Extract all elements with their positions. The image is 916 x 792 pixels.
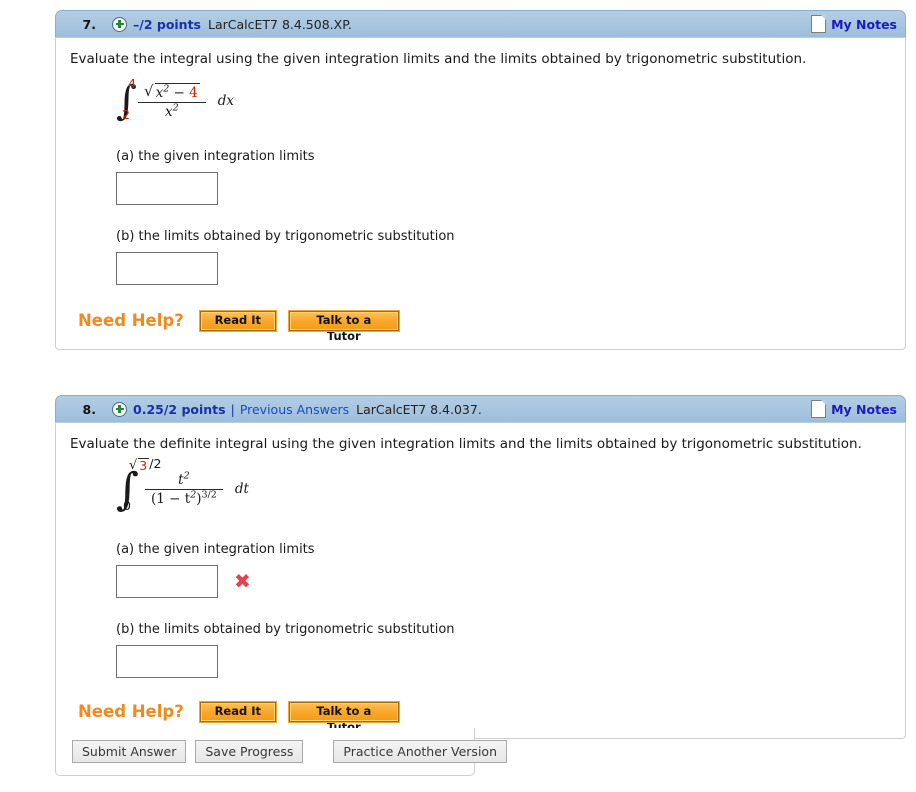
part-a-label: (a) the given integration limits <box>116 541 315 557</box>
part-b-answer-row <box>56 244 905 285</box>
question-points: –/2 points <box>133 16 201 32</box>
expand-plus-icon[interactable] <box>112 401 127 417</box>
question-code: LarCalcET7 8.4.037. <box>356 401 482 417</box>
fraction-denominator: (1 − t2)3/2 <box>145 490 223 507</box>
save-progress-button[interactable]: Save Progress <box>195 740 304 763</box>
upper-limit: 4 <box>128 76 136 92</box>
part-a-answer-row <box>56 164 905 205</box>
need-help-row-7: Need Help? Read It Talk to a Tutor <box>56 285 905 343</box>
question-code: LarCalcET7 8.4.508.XP. <box>208 16 352 32</box>
question-header-8: 8. 0.25/2 points | Previous Answers LarC… <box>55 395 906 422</box>
question-header-7: 7. –/2 points LarCalcET7 8.4.508.XP. My … <box>55 10 906 37</box>
upper-limit: √ 3 /2 <box>129 455 162 473</box>
question-panel-8: 8. 0.25/2 points | Previous Answers LarC… <box>55 395 906 739</box>
denominator-base: (1 − t <box>151 490 191 507</box>
part-b-label: (b) the limits obtained by trigonometric… <box>116 621 455 637</box>
denominator-outer-exp: 3/2 <box>201 489 217 501</box>
my-notes-label: My Notes <box>831 401 897 417</box>
part-b-label: (b) the limits obtained by trigonometric… <box>116 228 455 244</box>
my-notes-label: My Notes <box>831 16 897 32</box>
need-help-row-8: Need Help? Read It Talk to a Tutor <box>56 678 905 734</box>
fraction: t2 (1 − t2)3/2 <box>145 470 223 507</box>
radicand-const: 4 <box>189 84 198 101</box>
denominator-var: x <box>165 103 173 120</box>
header-separator: | <box>230 401 235 417</box>
read-it-button[interactable]: Read It <box>198 309 277 332</box>
practice-another-version-button[interactable]: Practice Another Version <box>333 740 507 763</box>
integral-sign-icon: ∫ √ 3 /2 0 <box>116 455 162 515</box>
upper-limit-radicand: 3 <box>138 457 150 473</box>
radical-sign-icon: √ <box>129 457 138 473</box>
submit-bar: Submit Answer Save Progress Practice Ano… <box>55 728 507 776</box>
denominator-exp: 2 <box>172 102 179 114</box>
part-b-answer-row <box>56 637 905 678</box>
read-it-button[interactable]: Read It <box>198 700 277 723</box>
submit-answer-button[interactable]: Submit Answer <box>72 740 187 763</box>
incorrect-x-icon: ✖ <box>234 569 251 594</box>
fraction-numerator: t2 <box>172 470 195 489</box>
note-page-icon <box>811 400 827 418</box>
my-notes-button[interactable]: My Notes <box>811 400 897 418</box>
assignment-page: 7. –/2 points LarCalcET7 8.4.508.XP. My … <box>0 0 916 792</box>
part-a-label: (a) the given integration limits <box>116 148 315 164</box>
part-b-input[interactable] <box>116 644 218 678</box>
lower-limit: 2 <box>122 106 130 122</box>
part-a-input[interactable] <box>116 564 218 598</box>
part-a-input[interactable] <box>116 171 218 205</box>
differential: dt <box>234 481 249 498</box>
differential: dx <box>217 93 234 110</box>
lower-limit: 0 <box>123 498 131 514</box>
question-number: 7. <box>82 16 96 32</box>
question-prompt: Evaluate the integral using the given in… <box>70 51 807 67</box>
previous-answers-link[interactable]: Previous Answers <box>240 402 349 417</box>
question-body-8: Evaluate the definite integral using the… <box>55 422 906 739</box>
question-panel-7: 7. –/2 points LarCalcET7 8.4.508.XP. My … <box>55 10 906 350</box>
my-notes-button[interactable]: My Notes <box>811 15 897 33</box>
expand-plus-icon[interactable] <box>112 16 127 32</box>
radicand-minus: − <box>173 84 185 101</box>
talk-to-tutor-button[interactable]: Talk to a Tutor <box>287 700 400 734</box>
numerator-exp: 2 <box>183 470 190 482</box>
fraction-denominator: x2 <box>159 103 185 120</box>
need-help-label: Need Help? <box>78 702 184 722</box>
integral-expression-8: ∫ √ 3 /2 0 t2 (1 − t2)3/2 dt <box>56 454 905 532</box>
fraction: √ x2 − 4 x2 <box>138 81 206 120</box>
question-prompt: Evaluate the definite integral using the… <box>70 436 862 452</box>
integral-sign-icon: ∫ 4 2 <box>116 76 137 125</box>
upper-limit-radical: √ 3 <box>129 457 150 473</box>
talk-to-tutor-button[interactable]: Talk to a Tutor <box>287 309 400 343</box>
fraction-numerator: √ x2 − 4 <box>138 81 206 102</box>
integral-expression-7: ∫ 4 2 √ x2 − 4 x2 dx <box>56 69 905 135</box>
upper-limit-divisor: /2 <box>149 455 162 471</box>
question-points: 0.25/2 points <box>133 401 226 417</box>
part-b-input[interactable] <box>116 251 218 285</box>
radicand-exp: 2 <box>163 83 170 95</box>
need-help-label: Need Help? <box>78 311 184 331</box>
note-page-icon <box>811 15 827 33</box>
part-a-answer-row: ✖ <box>56 557 905 598</box>
question-body-7: Evaluate the integral using the given in… <box>55 37 906 350</box>
radicand: x2 − 4 <box>154 82 200 101</box>
radical-sign-icon: √ <box>144 81 154 100</box>
question-number: 8. <box>82 401 96 417</box>
radical: √ x2 − 4 <box>144 81 200 101</box>
